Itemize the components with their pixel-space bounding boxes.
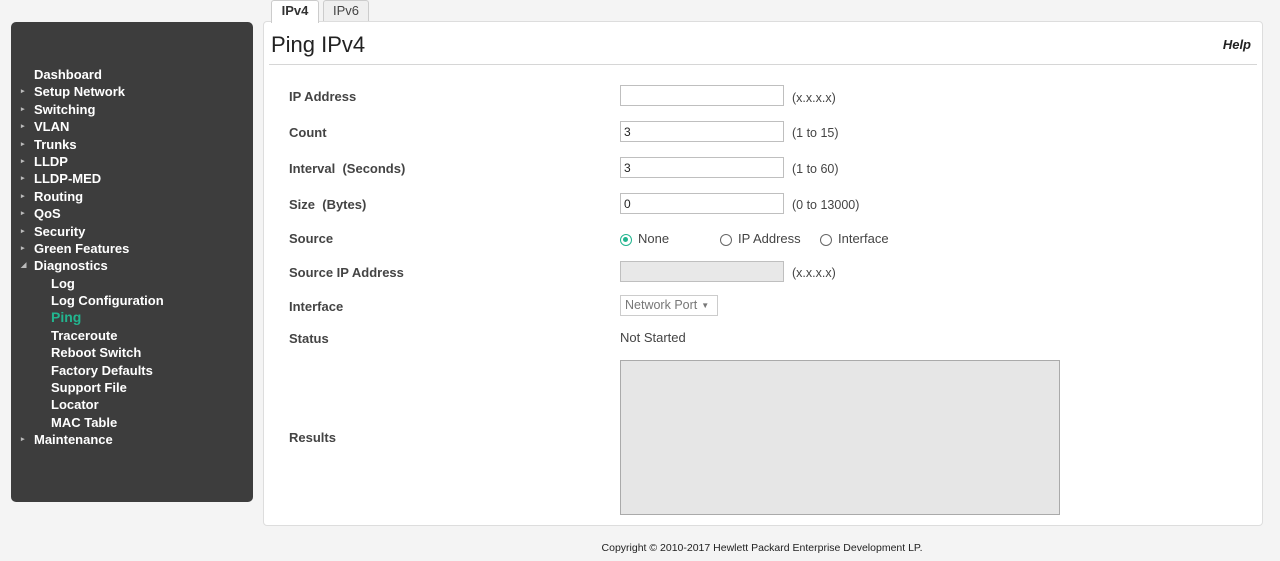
source-ip-address-input[interactable] xyxy=(620,261,784,282)
ip-address-hint: (x.x.x.x) xyxy=(792,91,836,105)
sidebar-item-lldp-med[interactable]: ▸ LLDP-MED xyxy=(11,170,253,187)
source-label: Source xyxy=(289,231,334,246)
sidebar-item-label: Log Configuration xyxy=(51,293,164,309)
expanded-arrow-icon: ◢ xyxy=(21,262,27,270)
sidebar-item-qos[interactable]: ▸ QoS xyxy=(11,205,253,222)
sidebar-item-green-features[interactable]: ▸ Green Features xyxy=(11,240,253,257)
sidebar-item-setup-network[interactable]: ▸ Setup Network xyxy=(11,83,253,100)
title-divider xyxy=(269,64,1257,65)
collapsed-arrow-icon: ▸ xyxy=(21,123,25,131)
source-ip-address-label: IP Address xyxy=(738,231,801,246)
size-input[interactable] xyxy=(620,193,784,214)
sidebar-item-label: Routing xyxy=(34,188,84,204)
sidebar-item-label: Reboot Switch xyxy=(51,345,142,361)
radio-unselected-icon xyxy=(720,234,732,246)
sidebar-item-security[interactable]: ▸ Security xyxy=(11,223,253,240)
ip-address-label: IP Address xyxy=(289,89,357,104)
sidebar-item-vlan[interactable]: ▸ VLAN xyxy=(11,118,253,135)
interval-label: Interval (Seconds) xyxy=(289,161,406,176)
sidebar-item-locator[interactable]: Locator xyxy=(11,396,253,413)
count-label: Count xyxy=(289,125,327,140)
collapsed-arrow-icon: ▸ xyxy=(21,105,25,113)
sidebar-item-label: Trunks xyxy=(34,136,77,152)
interval-hint: (1 to 60) xyxy=(792,162,839,176)
collapsed-arrow-icon: ▸ xyxy=(21,227,25,235)
collapsed-arrow-icon: ▸ xyxy=(21,157,25,165)
sidebar-item-label: Locator xyxy=(51,397,99,413)
sidebar-item-trunks[interactable]: ▸ Trunks xyxy=(11,136,253,153)
sidebar-item-label: VLAN xyxy=(34,119,70,135)
sidebar: Dashboard ▸ Setup Network ▸ Switching ▸ VLAN ▸ T… xyxy=(11,22,253,502)
sidebar-nav: Dashboard ▸ Setup Network ▸ Switching ▸ VLAN ▸ T… xyxy=(11,66,253,449)
sidebar-item-dashboard[interactable]: Dashboard xyxy=(11,66,253,83)
sidebar-item-support-file[interactable]: Support File xyxy=(11,379,253,396)
interface-select-value: Network Port xyxy=(625,298,698,312)
tab-ipv6[interactable]: IPv6 xyxy=(323,0,369,21)
collapsed-arrow-icon: ▸ xyxy=(21,88,25,96)
sidebar-item-switching[interactable]: ▸ Switching xyxy=(11,101,253,118)
sidebar-item-label: Dashboard xyxy=(34,67,102,82)
sidebar-item-lldp[interactable]: ▸ LLDP xyxy=(11,153,253,170)
collapsed-arrow-icon: ▸ xyxy=(21,192,25,200)
source-interface-radio[interactable]: Interface xyxy=(820,231,889,247)
sidebar-item-mac-table[interactable]: MAC Table xyxy=(11,414,253,431)
help-link[interactable]: Help xyxy=(1223,37,1251,52)
sidebar-item-traceroute[interactable]: Traceroute xyxy=(11,327,253,344)
sidebar-item-label: Maintenance xyxy=(34,432,113,448)
sidebar-item-factory-defaults[interactable]: Factory Defaults xyxy=(11,362,253,379)
sidebar-item-label: Factory Defaults xyxy=(51,362,153,378)
sidebar-item-label: Security xyxy=(34,223,86,239)
sidebar-item-log[interactable]: Log xyxy=(11,275,253,292)
sidebar-item-maintenance[interactable]: ▸ Maintenance xyxy=(11,431,253,448)
sidebar-item-label: Log xyxy=(51,275,75,291)
sidebar-item-label: Ping xyxy=(51,309,82,326)
count-input[interactable] xyxy=(620,121,784,142)
sidebar-item-label: Traceroute xyxy=(51,327,118,343)
radio-unselected-icon xyxy=(820,234,832,246)
collapsed-arrow-icon: ▸ xyxy=(21,244,25,252)
radio-selected-icon xyxy=(620,234,632,246)
tab-ipv4[interactable]: IPv4 xyxy=(271,0,319,23)
source-none-label: None xyxy=(638,231,670,246)
sidebar-item-ping[interactable]: Ping xyxy=(11,309,253,326)
collapsed-arrow-icon: ▸ xyxy=(21,210,25,218)
source-ip-address-radio[interactable]: IP Address xyxy=(720,231,801,247)
results-textarea[interactable] xyxy=(620,360,1060,515)
sidebar-item-routing[interactable]: ▸ Routing xyxy=(11,188,253,205)
page-title: Ping IPv4 xyxy=(271,32,366,57)
status-value: Not Started xyxy=(620,330,686,345)
sidebar-item-reboot-switch[interactable]: Reboot Switch xyxy=(11,344,253,361)
sidebar-item-label: LLDP-MED xyxy=(34,171,102,187)
interface-select[interactable]: Network Port ▼ xyxy=(620,295,718,316)
sidebar-item-label: LLDP xyxy=(34,153,68,169)
source-interface-label: Interface xyxy=(838,231,889,246)
footer-copyright: Copyright © 2010-2017 Hewlett Packard En… xyxy=(601,542,923,554)
source-none-radio[interactable]: None xyxy=(620,231,669,247)
source-ip-address-label: Source IP Address xyxy=(289,265,404,280)
count-hint: (1 to 15) xyxy=(792,126,839,140)
ip-address-input[interactable] xyxy=(620,85,784,106)
collapsed-arrow-icon: ▸ xyxy=(21,175,25,183)
sidebar-item-label: Switching xyxy=(34,101,96,117)
sidebar-item-log-configuration[interactable]: Log Configuration xyxy=(11,292,253,309)
interface-label: Interface xyxy=(289,299,344,314)
interval-input[interactable] xyxy=(620,157,784,178)
collapsed-arrow-icon: ▸ xyxy=(21,436,25,444)
size-label: Size (Bytes) xyxy=(289,197,367,212)
chevron-down-icon: ▼ xyxy=(701,301,710,310)
sidebar-item-label: MAC Table xyxy=(51,414,118,430)
sidebar-item-label: Setup Network xyxy=(34,84,126,100)
results-label: Results xyxy=(289,430,336,445)
sidebar-item-diagnostics[interactable]: ◢ Diagnostics xyxy=(11,257,253,274)
collapsed-arrow-icon: ▸ xyxy=(21,140,25,148)
main-panel: Ping IPv4 Help IP Address (x.x.x.x) Coun… xyxy=(263,21,1263,526)
sidebar-item-label: QoS xyxy=(34,206,61,222)
sidebar-item-label: Support File xyxy=(51,380,127,396)
sidebar-item-label: Green Features xyxy=(34,240,130,256)
status-label: Status xyxy=(289,331,329,346)
source-ip-address-hint: (x.x.x.x) xyxy=(792,266,836,280)
sidebar-item-label: Diagnostics xyxy=(34,258,108,274)
size-hint: (0 to 13000) xyxy=(792,198,860,212)
